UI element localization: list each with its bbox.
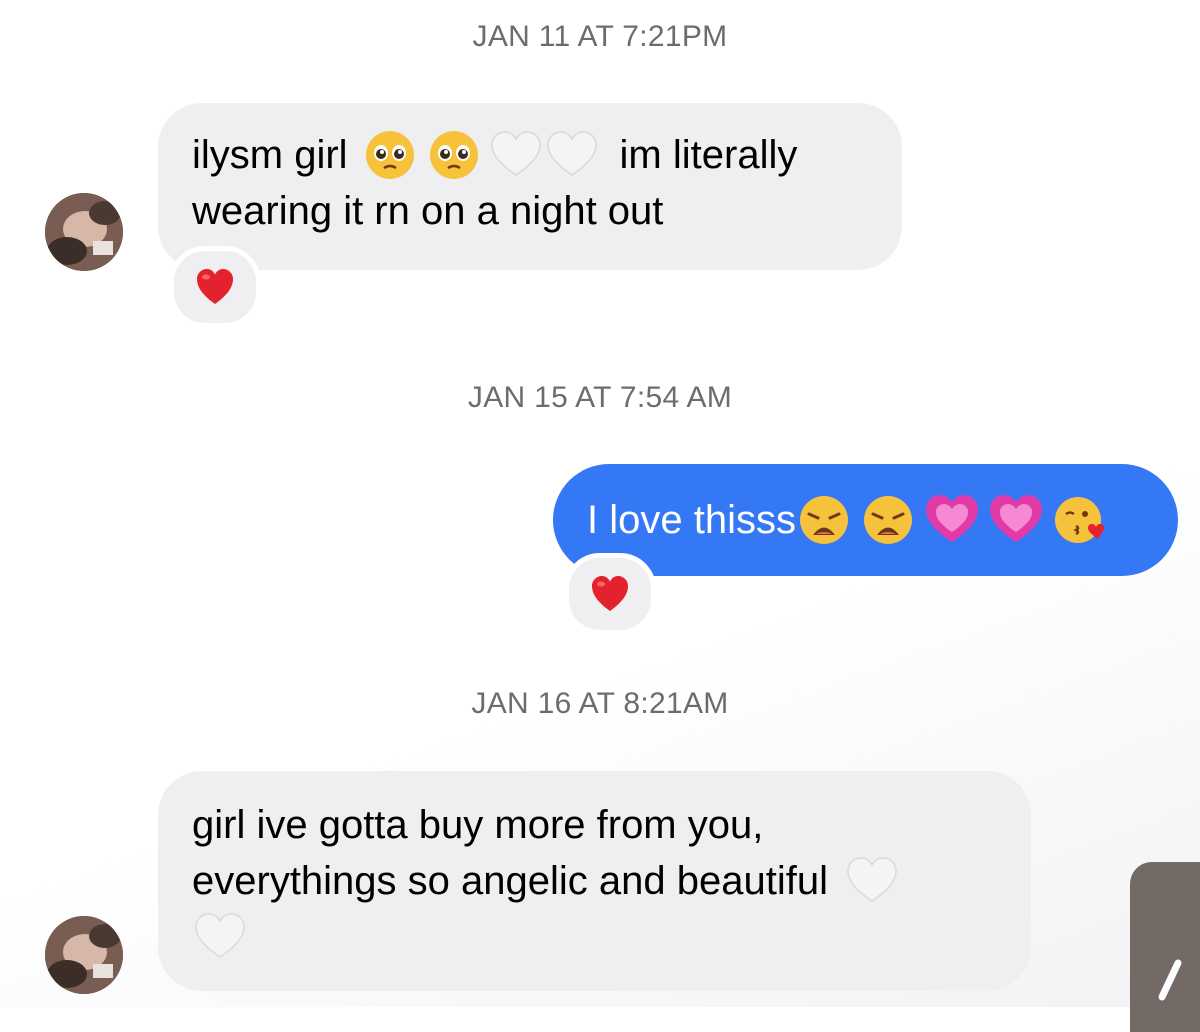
message-text: girl ive gotta buy more from you, bbox=[192, 803, 764, 847]
message-bubble-incoming[interactable]: ilysm girl im literally wearing it rn on… bbox=[158, 103, 902, 270]
message-bubble-outgoing[interactable]: I love thisss bbox=[553, 464, 1178, 576]
red-heart-icon bbox=[197, 269, 233, 304]
message-line: everythings so angelic and beautiful bbox=[192, 853, 997, 909]
growing-heart-icon bbox=[924, 492, 980, 548]
pleading-face-icon bbox=[426, 127, 482, 183]
weary-face-icon bbox=[796, 492, 852, 548]
timestamp: JAN 15 AT 7:54 AM bbox=[467, 381, 733, 414]
chevron-left-icon bbox=[1158, 959, 1182, 1001]
message-text: I love thisss bbox=[587, 498, 796, 542]
white-heart-icon bbox=[544, 127, 600, 183]
white-heart-icon bbox=[192, 909, 248, 965]
message-text: ilysm girl bbox=[192, 133, 348, 177]
red-heart-icon bbox=[592, 576, 628, 611]
message-line: wearing it rn on a night out bbox=[192, 183, 868, 239]
weary-face-icon bbox=[860, 492, 916, 548]
avatar[interactable] bbox=[45, 916, 123, 994]
timestamp: JAN 16 AT 8:21AM bbox=[471, 687, 729, 720]
timestamp: JAN 11 AT 7:21PM bbox=[472, 20, 728, 53]
reaction-badge[interactable] bbox=[169, 246, 261, 328]
avatar-photo-icon bbox=[45, 916, 123, 994]
growing-heart-icon bbox=[988, 492, 1044, 548]
message-line: girl ive gotta buy more from you, bbox=[192, 797, 997, 853]
message-text: everythings so angelic and beautiful bbox=[192, 859, 828, 903]
message-line: I love thisss bbox=[587, 492, 1144, 548]
message-bubble-incoming[interactable]: girl ive gotta buy more from you, everyt… bbox=[158, 771, 1031, 991]
avatar[interactable] bbox=[45, 193, 123, 271]
message-line: ilysm girl im literally bbox=[192, 127, 868, 183]
message-line bbox=[192, 909, 997, 965]
pleading-face-icon bbox=[362, 127, 418, 183]
white-heart-icon bbox=[844, 853, 900, 909]
message-text: im literally bbox=[619, 133, 798, 177]
reaction-badge[interactable] bbox=[564, 553, 656, 635]
face-blowing-kiss-icon bbox=[1052, 492, 1108, 548]
white-heart-icon bbox=[488, 127, 544, 183]
avatar-photo-icon bbox=[45, 193, 123, 271]
message-text: wearing it rn on a night out bbox=[192, 189, 664, 233]
